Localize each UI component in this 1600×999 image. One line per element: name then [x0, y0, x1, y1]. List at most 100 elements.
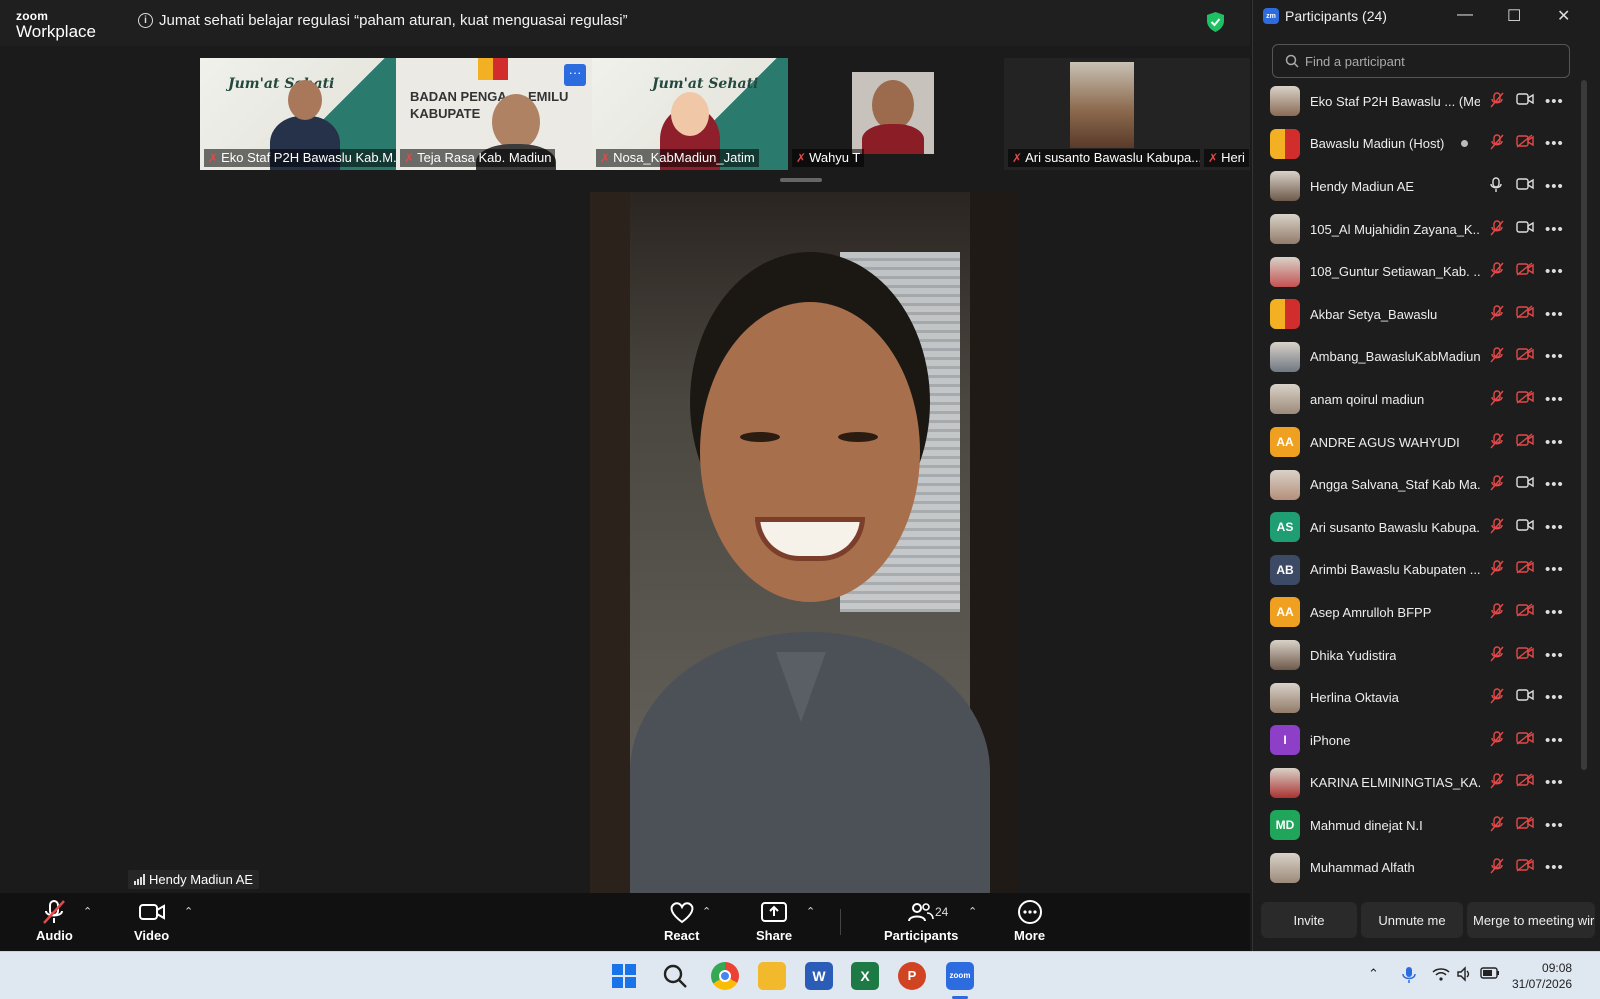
video-tile[interactable]: BADAN PENGA EMILU KABUPATE UN ··· ✗ Teja…	[396, 58, 592, 170]
chrome-icon[interactable]	[711, 962, 739, 990]
video-off-icon[interactable]	[1516, 731, 1534, 750]
participants-scrollbar[interactable]	[1581, 80, 1587, 770]
unmute-me-button[interactable]: Unmute me	[1361, 902, 1463, 938]
gallery-resize-handle[interactable]	[780, 178, 822, 182]
volume-icon[interactable]	[1456, 966, 1472, 982]
close-icon[interactable]: ✕	[1557, 6, 1570, 26]
participant-row[interactable]: Dhika Yudistira •••	[1253, 634, 1583, 677]
participant-row[interactable]: Ambang_BawasluKabMadiun •••	[1253, 336, 1583, 379]
word-icon[interactable]: W	[805, 962, 833, 990]
video-on-icon[interactable]	[1516, 220, 1534, 239]
share-options-caret-icon[interactable]: ⌃	[806, 905, 815, 918]
file-explorer-icon[interactable]	[758, 962, 786, 990]
windows-start-icon[interactable]	[610, 962, 638, 990]
participant-more-icon[interactable]: •••	[1545, 818, 1564, 833]
mic-muted-icon[interactable]	[1490, 134, 1504, 153]
video-on-icon[interactable]	[1516, 518, 1534, 537]
mic-muted-icon[interactable]	[1490, 518, 1504, 537]
video-off-icon[interactable]	[1516, 347, 1534, 366]
participants-options-caret-icon[interactable]: ⌃	[968, 905, 977, 918]
video-on-icon[interactable]	[1516, 177, 1534, 196]
tile-more-button[interactable]: ···	[564, 64, 586, 86]
participant-more-icon[interactable]: •••	[1545, 392, 1564, 407]
video-off-icon[interactable]	[1516, 603, 1534, 622]
mic-muted-icon[interactable]	[1490, 858, 1504, 877]
mic-muted-icon[interactable]	[1490, 645, 1504, 665]
participant-row[interactable]: Eko Staf P2H Bawaslu ... (Me) •••	[1253, 80, 1583, 123]
participant-more-icon[interactable]: •••	[1545, 94, 1564, 109]
mic-on-icon[interactable]	[1490, 177, 1502, 196]
merge-to-meeting-button[interactable]: Merge to meeting wir	[1467, 902, 1595, 938]
share-button[interactable]: Share	[756, 899, 792, 943]
video-off-icon[interactable]	[1516, 560, 1534, 579]
audio-options-caret-icon[interactable]: ⌃	[83, 905, 92, 918]
video-off-icon[interactable]	[1516, 773, 1534, 792]
more-button[interactable]: More	[1014, 899, 1045, 943]
participant-more-icon[interactable]: •••	[1545, 562, 1564, 577]
mic-muted-icon[interactable]	[1490, 816, 1504, 835]
participant-row[interactable]: AB Arimbi Bawaslu Kabupaten ... •••	[1253, 549, 1583, 592]
system-clock[interactable]: 09:08 31/07/2026	[1512, 960, 1572, 992]
participant-more-icon[interactable]: •••	[1545, 733, 1564, 748]
participant-row[interactable]: IiPhone •••	[1253, 719, 1583, 762]
participant-row[interactable]: KARINA ELMININGTIAS_KA... •••	[1253, 762, 1583, 805]
mic-muted-icon[interactable]	[1490, 390, 1504, 409]
encryption-shield-icon[interactable]	[1207, 12, 1224, 32]
video-tile[interactable]: ✗ Wahyu T	[788, 58, 984, 170]
battery-icon[interactable]	[1480, 966, 1500, 980]
meeting-topic[interactable]: i Jumat sehati belajar regulasi “paham a…	[138, 12, 628, 29]
participant-more-icon[interactable]: •••	[1545, 179, 1564, 194]
participant-row[interactable]: Herlina Oktavia •••	[1253, 676, 1583, 719]
video-off-icon[interactable]	[1516, 262, 1534, 281]
zoom-taskbar-icon[interactable]: zoom	[946, 962, 974, 990]
video-on-icon[interactable]	[1516, 475, 1534, 494]
participant-row[interactable]: Angga Salvana_Staf Kab Ma... •••	[1253, 463, 1583, 506]
participant-row[interactable]: Hendy Madiun AE •••	[1253, 165, 1583, 208]
powerpoint-icon[interactable]: P	[898, 962, 926, 990]
participant-more-icon[interactable]: •••	[1545, 222, 1564, 237]
video-off-icon[interactable]	[1516, 858, 1534, 877]
invite-button[interactable]: Invite	[1261, 902, 1357, 938]
participant-more-icon[interactable]: •••	[1545, 690, 1564, 705]
participant-more-icon[interactable]: •••	[1545, 605, 1564, 620]
participant-more-icon[interactable]: •••	[1545, 264, 1564, 279]
participant-row[interactable]: Akbar Setya_Bawaslu •••	[1253, 293, 1583, 336]
video-off-icon[interactable]	[1516, 433, 1534, 452]
mic-muted-icon[interactable]	[1490, 262, 1504, 281]
info-icon[interactable]: i	[138, 13, 153, 28]
participant-more-icon[interactable]: •••	[1545, 860, 1564, 875]
mic-muted-icon[interactable]	[1490, 731, 1504, 750]
participant-row[interactable]: AS Ari susanto Bawaslu Kabupa... •••	[1253, 506, 1583, 549]
mic-muted-icon[interactable]	[1490, 560, 1504, 579]
video-tile[interactable]: Jum'at Sehati ✗ Eko Staf P2H Bawaslu Kab…	[200, 58, 396, 170]
participant-row[interactable]: AA Asep Amrulloh BFPP •••	[1253, 591, 1583, 634]
video-off-icon[interactable]	[1516, 134, 1534, 153]
video-tile[interactable]: ✗ Ari susanto Bawaslu Kabupa...	[1004, 58, 1200, 170]
maximize-icon[interactable]: ☐	[1507, 6, 1521, 26]
participant-more-icon[interactable]: •••	[1545, 136, 1564, 151]
tray-overflow-icon[interactable]: ⌃	[1368, 966, 1379, 982]
participant-row[interactable]: 105_Al Mujahidin Zayana_K... •••	[1253, 208, 1583, 251]
participant-row[interactable]: anam qoirul madiun •••	[1253, 378, 1583, 421]
video-button[interactable]: Video	[134, 899, 169, 943]
react-button[interactable]: React	[664, 899, 699, 943]
participant-more-icon[interactable]: •••	[1545, 775, 1564, 790]
participant-row[interactable]: MD Mahmud dinejat N.I •••	[1253, 804, 1583, 847]
mic-muted-icon[interactable]	[1490, 347, 1504, 366]
video-on-icon[interactable]	[1516, 688, 1534, 707]
search-participant-input[interactable]: Find a participant	[1272, 44, 1570, 78]
wifi-icon[interactable]	[1432, 966, 1450, 982]
video-off-icon[interactable]	[1516, 305, 1534, 324]
mic-muted-icon[interactable]	[1490, 773, 1504, 792]
video-off-icon[interactable]	[1516, 816, 1534, 835]
video-tile[interactable]: Jum'at Sehati ✗ Nosa_KabMadiun_Jatim	[592, 58, 788, 170]
video-off-icon[interactable]	[1516, 645, 1534, 665]
microphone-tray-icon[interactable]	[1402, 966, 1416, 984]
mic-muted-icon[interactable]	[1490, 92, 1504, 111]
participant-row[interactable]: 108_Guntur Setiawan_Kab. ... •••	[1253, 250, 1583, 293]
participant-more-icon[interactable]: •••	[1545, 349, 1564, 364]
participant-more-icon[interactable]: •••	[1545, 307, 1564, 322]
video-options-caret-icon[interactable]: ⌃	[184, 905, 193, 918]
participant-more-icon[interactable]: •••	[1545, 520, 1564, 535]
participant-more-icon[interactable]: •••	[1545, 477, 1564, 492]
